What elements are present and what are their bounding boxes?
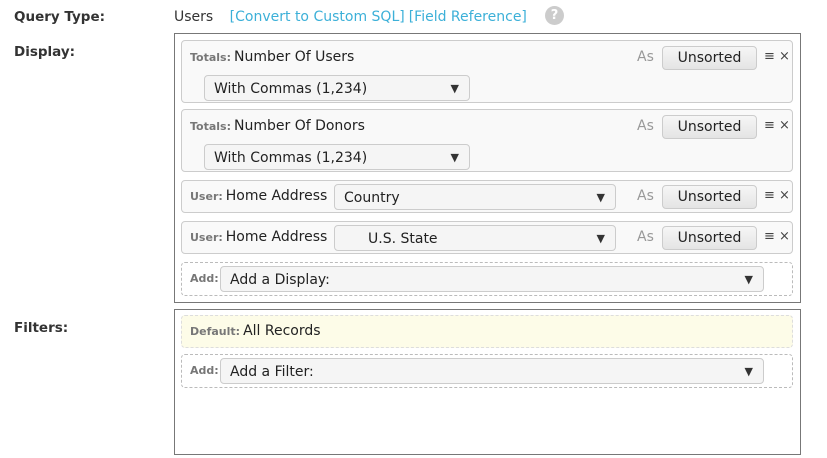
display-row: User: Home Address Country ▼ As Unsorted ≡… — [181, 180, 793, 213]
drag-handle-icon[interactable]: ≡ — [764, 118, 775, 133]
add-filter-select[interactable]: Add a Filter: ▼ — [220, 358, 764, 384]
close-icon[interactable]: × — [779, 118, 790, 133]
add-filter-prefix: Add: — [190, 364, 219, 377]
add-filter-text: Add a Filter: — [230, 364, 314, 380]
convert-sql-link[interactable]: [Convert to Custom SQL] — [230, 9, 405, 25]
add-prefix: Add: — [190, 272, 219, 285]
display-box: Totals: Number Of Users With Commas (1,23… — [174, 33, 801, 303]
chevron-down-icon: ▼ — [744, 273, 753, 286]
format-select[interactable]: Country ▼ — [334, 184, 616, 210]
display-field: User: Home Address — [190, 188, 328, 204]
format-select[interactable]: With Commas (1,234) ▼ — [204, 75, 470, 101]
chevron-down-icon: ▼ — [450, 82, 459, 95]
default-filter-value: All Records — [243, 323, 321, 339]
filters-label: Filters: — [14, 320, 69, 336]
display-row: Totals: Number Of Users With Commas (1,23… — [181, 40, 793, 103]
as-label: As — [637, 188, 654, 204]
help-icon[interactable]: ? — [545, 6, 564, 25]
display-field-name: Number Of Donors — [234, 118, 365, 134]
add-display-select[interactable]: Add a Display: ▼ — [220, 266, 764, 292]
default-prefix: Default: All Records — [190, 323, 321, 339]
display-field: Totals: Number Of Donors — [190, 118, 365, 134]
sort-button[interactable]: Unsorted — [662, 115, 757, 139]
query-type-label: Query Type: — [14, 9, 106, 25]
format-select[interactable]: U.S. State ▼ — [334, 225, 616, 251]
display-label: Display: — [14, 44, 76, 60]
close-icon[interactable]: × — [779, 188, 790, 203]
add-filter-row: Add: Add a Filter: ▼ — [181, 354, 793, 388]
sort-button[interactable]: Unsorted — [662, 46, 757, 70]
default-filter-row: Default: All Records — [181, 315, 793, 348]
display-row: Totals: Number Of Donors With Commas (1,2… — [181, 109, 793, 172]
drag-handle-icon[interactable]: ≡ — [764, 229, 775, 244]
add-display-row: Add: Add a Display: ▼ — [181, 262, 793, 296]
drag-handle-icon[interactable]: ≡ — [764, 49, 775, 64]
format-value: With Commas (1,234) — [214, 81, 368, 97]
format-select[interactable]: With Commas (1,234) ▼ — [204, 144, 470, 170]
chevron-down-icon: ▼ — [596, 232, 605, 245]
sort-button[interactable]: Unsorted — [662, 185, 757, 209]
display-field: User: Home Address — [190, 229, 328, 245]
format-value: With Commas (1,234) — [214, 150, 368, 166]
query-type-value: Users — [174, 9, 214, 25]
filters-box: Default: All Records Add: Add a Filter: ▼ — [174, 309, 801, 455]
sort-button[interactable]: Unsorted — [662, 226, 757, 250]
as-label: As — [637, 49, 654, 65]
drag-handle-icon[interactable]: ≡ — [764, 188, 775, 203]
as-label: As — [637, 118, 654, 134]
add-display-text: Add a Display: — [230, 272, 330, 288]
chevron-down-icon: ▼ — [596, 191, 605, 204]
close-icon[interactable]: × — [779, 49, 790, 64]
display-field-name: Number Of Users — [234, 49, 355, 65]
as-label: As — [637, 229, 654, 245]
display-field: Totals: Number Of Users — [190, 49, 355, 65]
field-reference-link[interactable]: [Field Reference] — [409, 9, 527, 25]
display-field-name: Home Address — [225, 229, 328, 245]
format-value: Country — [344, 190, 400, 206]
close-icon[interactable]: × — [779, 229, 790, 244]
display-field-name: Home Address — [225, 188, 328, 204]
format-value: U.S. State — [368, 231, 438, 247]
chevron-down-icon: ▼ — [450, 151, 459, 164]
chevron-down-icon: ▼ — [744, 365, 753, 378]
display-row: User: Home Address U.S. State ▼ As Unsorte… — [181, 221, 793, 254]
query-type: Users [Convert to Custom SQL] [Field Refe… — [174, 9, 527, 25]
